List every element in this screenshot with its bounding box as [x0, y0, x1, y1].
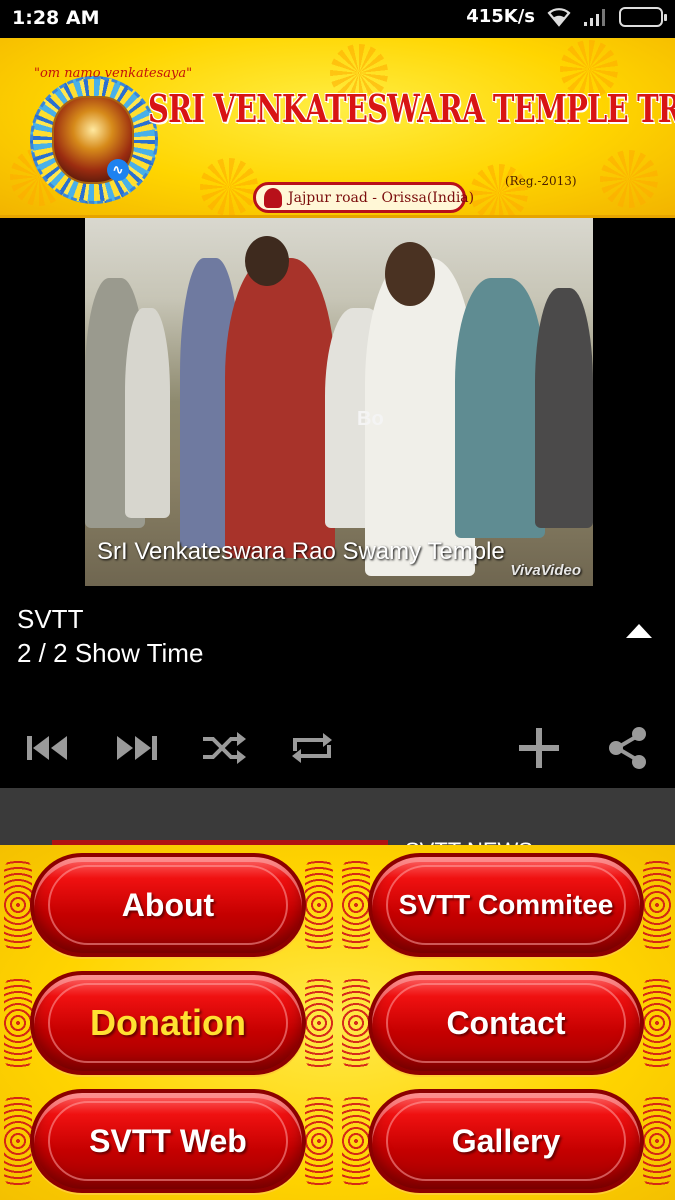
decorative-flower-icon — [470, 164, 528, 215]
decorative-scroll-icon — [305, 975, 333, 1071]
track-subtitle: 2 / 2 Show Time — [17, 638, 204, 668]
skip-previous-button[interactable] — [24, 724, 72, 772]
committee-button[interactable]: SVTT Commitee — [368, 853, 644, 957]
menu-panel: About SVTT Commitee Donation Contact SVT… — [0, 845, 675, 1200]
om-tag: "om namo venkatesaya" — [34, 66, 193, 81]
donation-button[interactable]: Donation — [30, 971, 306, 1075]
add-button[interactable] — [515, 724, 563, 772]
video-caption: SrI Venkateswara Rao Swamy Temple — [97, 538, 505, 565]
signal-icon — [584, 8, 605, 26]
wifi-icon — [547, 7, 571, 27]
decorative-scroll-icon — [4, 1093, 32, 1189]
skip-next-icon — [117, 736, 157, 760]
contact-label: Contact — [446, 1004, 566, 1041]
decorative-scroll-icon — [305, 1093, 333, 1189]
status-bar: 1:28 AM 415K/s — [0, 0, 675, 38]
header-banner: ∿ "om namo venkatesaya" SRI VENKATESWARA… — [0, 38, 675, 218]
about-label: About — [121, 886, 215, 923]
decorative-scroll-icon — [643, 857, 671, 953]
decorative-scroll-icon — [4, 857, 32, 953]
decorative-scroll-icon — [305, 857, 333, 953]
network-speed: 415K/s — [466, 6, 535, 27]
svtt-web-label: SVTT Web — [89, 1122, 247, 1159]
shuffle-button[interactable] — [200, 724, 248, 772]
content-divider: SVTT NEWS — [0, 788, 675, 848]
video-frame[interactable]: Bo SrI Venkateswara Rao Swamy Temple Viv… — [85, 218, 593, 586]
status-indicators: 415K/s — [466, 6, 667, 27]
shuffle-icon — [203, 732, 246, 764]
video-player: Bo SrI Venkateswara Rao Swamy Temple Viv… — [0, 218, 675, 788]
decorative-flower-icon — [600, 150, 658, 208]
decorative-scroll-icon — [342, 1093, 370, 1189]
messenger-icon: ∿ — [107, 159, 129, 181]
decorative-scroll-icon — [643, 975, 671, 1071]
add-icon — [519, 728, 559, 768]
share-button[interactable] — [604, 724, 652, 772]
chevron-up-icon[interactable] — [626, 624, 652, 638]
playback-controls — [0, 718, 675, 780]
about-button[interactable]: About — [30, 853, 306, 957]
donation-label: Donation — [90, 1002, 246, 1043]
svtt-web-button[interactable]: SVTT Web — [30, 1089, 306, 1193]
gallery-button[interactable]: Gallery — [368, 1089, 644, 1193]
decorative-scroll-icon — [643, 1093, 671, 1189]
contact-button[interactable]: Contact — [368, 971, 644, 1075]
video-watermark: VivaVideo — [510, 562, 581, 579]
address-text: Jajpur road - Orissa(India) — [288, 189, 475, 206]
committee-label: SVTT Commitee — [398, 889, 614, 920]
skip-next-button[interactable] — [112, 724, 160, 772]
decorative-scroll-icon — [4, 975, 32, 1071]
battery-icon — [619, 6, 667, 27]
trust-title: SRI VENKATESWARA TEMPLE TRUST — [148, 86, 675, 131]
repeat-icon — [292, 733, 332, 763]
track-title: SVTT — [17, 604, 84, 634]
decorative-scroll-icon — [342, 857, 370, 953]
share-icon — [609, 727, 646, 769]
decorative-flower-icon — [200, 158, 258, 215]
registration-tag: (Reg.-2013) — [505, 174, 577, 188]
gallery-label: Gallery — [451, 1122, 561, 1159]
status-time: 1:28 AM — [12, 7, 100, 29]
temple-icon — [264, 187, 282, 208]
address-pill: Jajpur road - Orissa(India) — [253, 182, 474, 213]
skip-previous-icon — [27, 736, 67, 760]
decorative-scroll-icon — [342, 975, 370, 1071]
video-overlay-mark: Bo — [357, 408, 384, 430]
repeat-button[interactable] — [288, 724, 336, 772]
